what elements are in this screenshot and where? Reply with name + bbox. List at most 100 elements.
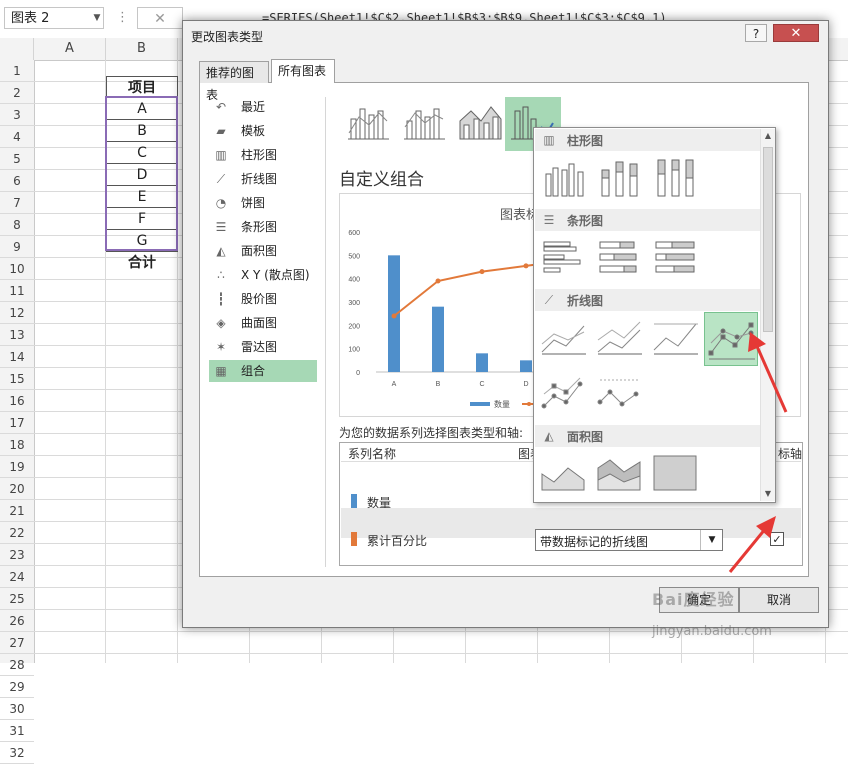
row-header[interactable]: 10 (0, 258, 34, 280)
row-header[interactable]: 5 (0, 148, 34, 170)
gallery-stacked-area[interactable] (596, 452, 644, 496)
combo-thumb-area-column[interactable] (455, 97, 511, 151)
chart-type-item[interactable]: ▦ 组合 (209, 360, 317, 382)
cell-total[interactable]: 合计 (106, 252, 178, 274)
row-header[interactable]: 9 (0, 236, 34, 258)
row-header[interactable]: 31 (0, 720, 34, 742)
row-header[interactable]: 4 (0, 126, 34, 148)
combo-title: 自定义组合 (339, 170, 424, 190)
row-header[interactable]: 3 (0, 104, 34, 126)
gallery-line[interactable] (540, 316, 588, 360)
chart-type-item[interactable]: ▥ 柱形图 (209, 144, 317, 166)
chart-type-item[interactable]: ↶ 最近 (209, 96, 317, 118)
row-header[interactable]: 27 (0, 632, 34, 654)
gallery-stacked-line-markers[interactable] (540, 372, 588, 416)
gallery-100-stacked-bar[interactable] (652, 236, 700, 280)
dialog-title: 更改图表类型 (191, 30, 264, 44)
help-button[interactable]: ? (745, 24, 767, 42)
bar-chart-icon: ☰ (543, 213, 555, 227)
chart-type-item[interactable]: ▰ 模板 (209, 120, 317, 142)
row-header[interactable]: 24 (0, 566, 34, 588)
chart-type-item[interactable]: ◔ 饼图 (209, 192, 317, 214)
chart-type-gallery[interactable]: ▥ 柱形图 ☰ 条形图 ⟋ 折线图 ◭ 面积图 ▲ ▼ (533, 127, 776, 503)
line-series (393, 261, 553, 317)
gallery-100-stacked-column[interactable] (652, 156, 700, 200)
row-header[interactable]: 8 (0, 214, 34, 236)
row-header[interactable]: 18 (0, 434, 34, 456)
row-header[interactable]: 30 (0, 698, 34, 720)
column-chart-icon: ▥ (543, 133, 555, 147)
scroll-down-icon[interactable]: ▼ (761, 489, 775, 499)
cell-item[interactable]: F (106, 208, 178, 230)
row-header[interactable]: 1 (0, 60, 34, 82)
row-header[interactable]: 25 (0, 588, 34, 610)
gallery-100-stacked-line-markers[interactable] (596, 372, 644, 416)
cell-item[interactable]: E (106, 186, 178, 208)
chart-type-item[interactable]: ◭ 面积图 (209, 240, 317, 262)
scroll-thumb[interactable] (763, 147, 773, 332)
cell-item[interactable]: A (106, 98, 178, 120)
gallery-stacked-bar[interactable] (596, 236, 644, 280)
column-header-b[interactable]: B (106, 38, 178, 60)
name-box[interactable]: 图表 2 (4, 7, 104, 29)
chart-type-label: 面积图 (241, 244, 278, 258)
row-header[interactable]: 32 (0, 742, 34, 764)
y-tick-label: 300 (348, 300, 360, 307)
scroll-up-icon[interactable]: ▲ (761, 131, 775, 141)
select-all-corner[interactable] (0, 38, 34, 60)
gallery-stacked-line[interactable] (596, 316, 644, 360)
row-header[interactable]: 2 (0, 82, 34, 104)
row-header[interactable]: 15 (0, 368, 34, 390)
chart-type-item[interactable]: ☰ 条形图 (209, 216, 317, 238)
row-header[interactable]: 22 (0, 522, 34, 544)
x-tick-label: D (523, 381, 528, 388)
gallery-stacked-column[interactable] (596, 156, 644, 200)
gallery-100-stacked-area[interactable] (652, 452, 700, 496)
chevron-down-icon[interactable]: ▼ (90, 7, 104, 29)
row-header[interactable]: 26 (0, 610, 34, 632)
row-header[interactable]: 16 (0, 390, 34, 412)
gallery-area[interactable] (540, 452, 588, 496)
formula-cancel-button[interactable]: ✕ (137, 7, 183, 29)
chart-type-select[interactable]: 带数据标记的折线图 ▼ (535, 529, 723, 551)
row-header[interactable]: 7 (0, 192, 34, 214)
gallery-section-area: ◭ 面积图 (535, 425, 761, 447)
row-header[interactable]: 14 (0, 346, 34, 368)
chart-type-item[interactable]: ◈ 曲面图 (209, 312, 317, 334)
row-header[interactable]: 19 (0, 456, 34, 478)
row-header[interactable]: 12 (0, 302, 34, 324)
line-marker (391, 313, 397, 319)
gallery-clustered-bar[interactable] (540, 236, 588, 280)
tab-all-charts[interactable]: 所有图表 (271, 59, 335, 83)
chart-type-icon: ▥ (215, 148, 227, 162)
chart-type-icon: ▦ (215, 364, 227, 378)
combo-thumb-clustered-line[interactable] (343, 97, 399, 151)
tab-recommended[interactable]: 推荐的图表 (199, 61, 269, 102)
chart-type-item[interactable]: ⟋ 折线图 (209, 168, 317, 190)
chart-type-item[interactable]: ∴ X Y (散点图) (209, 264, 317, 286)
row-header[interactable]: 28 (0, 654, 34, 676)
gallery-scrollbar[interactable]: ▲ ▼ (760, 129, 775, 501)
combo-thumb-clustered-line-secondary[interactable] (399, 97, 455, 151)
cell-item[interactable]: B (106, 120, 178, 142)
row-header[interactable]: 6 (0, 170, 34, 192)
gallery-clustered-column[interactable] (540, 156, 588, 200)
close-button[interactable]: ✕ (773, 24, 819, 42)
cell-item[interactable]: G (106, 230, 178, 252)
chart-type-icon: ∴ (217, 268, 225, 282)
chart-type-item[interactable]: ┇ 股价图 (209, 288, 317, 310)
row-header[interactable]: 23 (0, 544, 34, 566)
cancel-button[interactable]: 取消 (739, 587, 819, 613)
row-header[interactable]: 21 (0, 500, 34, 522)
row-header[interactable]: 20 (0, 478, 34, 500)
row-header[interactable]: 17 (0, 412, 34, 434)
row-header[interactable]: 13 (0, 324, 34, 346)
row-header[interactable]: 11 (0, 280, 34, 302)
row-header[interactable]: 29 (0, 676, 34, 698)
column-header-a[interactable]: A (34, 38, 106, 60)
gallery-100-stacked-line[interactable] (652, 316, 700, 360)
cell-item[interactable]: D (106, 164, 178, 186)
chart-type-item[interactable]: ✶ 雷达图 (209, 336, 317, 358)
cell-header[interactable]: 项目 (106, 76, 178, 98)
cell-item[interactable]: C (106, 142, 178, 164)
